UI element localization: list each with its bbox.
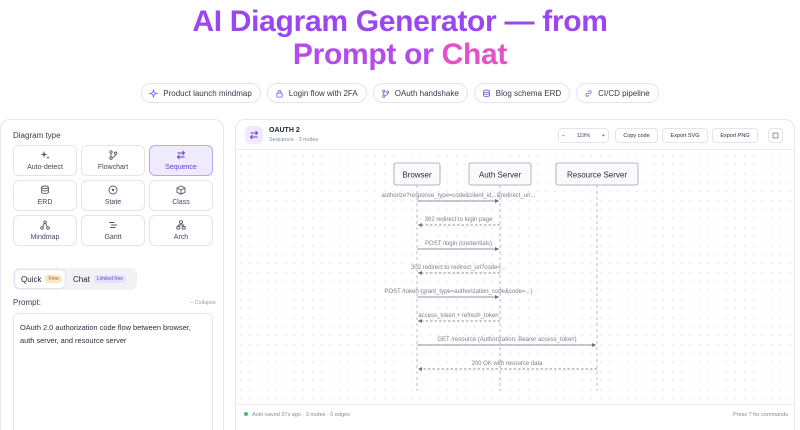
message-label: access_token + refresh_token [418,313,498,319]
title-line-2a: Prompt or [292,38,442,71]
copy-code-button[interactable]: Copy code [615,128,658,143]
message-label: 200 OK with resource data [471,361,543,367]
type-flowchart-button[interactable]: Flowchart [81,145,145,176]
fullscreen-button[interactable] [768,128,783,143]
settings-panel: Diagram type Auto-detect Flowchart Seque… [0,119,224,430]
type-label: Arch [173,234,189,241]
sparkle-icon [149,88,159,98]
gantt-icon [108,221,118,229]
link-icon [585,89,592,97]
swap-arrows-icon [249,130,259,140]
type-label: Gantt [104,234,122,241]
message-label: POST /login (credentials) [425,241,492,247]
status-dot [244,412,248,417]
zoom-level: 119% [576,132,591,139]
branch-icon [381,89,389,98]
swap-arrows-icon [176,150,186,160]
expand-icon [772,132,779,139]
type-state-button[interactable]: State [81,180,145,211]
database-icon [41,185,49,195]
type-arch-button[interactable]: Arch [149,215,213,246]
status-bar: Auto-saved 27s ago · 3 nodes · 0 edges P… [236,404,794,424]
arch-icon [176,220,186,230]
example-chips: Product launch mindmap Login flow with 2… [0,83,800,103]
autosave-status: Auto-saved 27s ago · 3 nodes · 0 edges [244,412,350,418]
message-label: GET /resource (Authorization: Bearer acc… [437,337,576,343]
message-label: POST /token (grant_type=authorization_co… [385,289,533,295]
type-class-button[interactable]: Class [149,180,213,211]
mode-quick-tab[interactable]: Quick Free [15,270,65,288]
zoom-in-button[interactable]: + [602,133,605,139]
chip-label: Login flow with 2FA [288,88,358,98]
example-chip-mindmap[interactable]: Product launch mindmap [141,83,261,103]
autosave-text: Auto-saved 27s ago · 3 nodes · 0 edges [252,411,350,418]
zoom-control: – 119% + [558,128,609,143]
prompt-label: Prompt: [13,298,42,307]
type-auto-detect-button[interactable]: Auto-detect [13,145,77,176]
example-chip-login[interactable]: Login flow with 2FA [266,83,367,103]
example-chip-erd[interactable]: Blog schema ERD [473,83,571,103]
participant-label: Auth Server [479,171,522,180]
database-icon [482,89,490,97]
diagram-type-badge [245,126,263,144]
chip-label: Product launch mindmap [163,88,252,98]
prompt-textarea[interactable]: OAuth 2.0 authorization code flow betwee… [13,313,213,430]
title-line-2b: Chat [441,38,508,71]
command-hint: Press ? for commands [732,411,788,418]
sequence-diagram: Browser Auth Server Resource Server authori… [382,162,639,391]
mode-chat-label: Chat [73,274,90,284]
type-label: Class [172,199,190,206]
participant-box[interactable]: Auth Server [468,162,532,186]
cube-icon [176,185,186,195]
zoom-out-button[interactable]: – [562,133,565,139]
message-label: 302 redirect to login page [425,217,493,223]
title-line-1: AI Diagram Generator — from [192,5,608,38]
lock-icon [276,89,283,98]
type-sequence-button[interactable]: Sequence [149,145,213,176]
page-title: AI Diagram Generator — from Prompt or Ch… [0,0,800,71]
mode-chat-tab[interactable]: Chat Limited free [67,270,135,288]
diagram-type-label: Diagram type [13,131,61,140]
diagram-subtitle: Sequence · 3 nodes [269,137,319,143]
type-label: Auto-detect [27,164,63,171]
branch-icon [109,150,118,160]
type-gantt-button[interactable]: Gantt [81,215,145,246]
mindmap-icon [40,220,50,230]
message-label: 302 redirect to redirect_uri?code=... [411,265,506,271]
diagram-canvas[interactable]: Browser Auth Server Resource Server authori… [236,151,794,404]
participant-box[interactable]: Resource Server [555,162,639,186]
free-badge: Free [45,275,62,283]
export-png-button[interactable]: Export PNG [712,128,758,143]
chip-label: OAuth handshake [394,88,459,98]
diagram-title[interactable]: OAUTH 2 [269,127,300,134]
participant-label: Resource Server [567,171,627,180]
limited-free-badge: Limited free [93,275,127,283]
export-svg-button[interactable]: Export SVG [662,128,708,143]
participant-box[interactable]: Browser [393,162,441,186]
diagram-type-grid: Auto-detect Flowchart Sequence ERD State… [13,145,213,246]
type-erd-button[interactable]: ERD [13,180,77,211]
message-label: authorize?response_type=code&client_id..… [382,193,536,199]
mode-quick-label: Quick [21,274,42,284]
type-label: Mindmap [30,234,60,241]
type-mindmap-button[interactable]: Mindmap [13,215,77,246]
sparkle-icon [40,151,50,160]
mode-switch: Quick Free Chat Limited free [13,268,137,290]
type-label: ERD [37,199,53,206]
state-circle-icon [108,185,118,195]
type-label: State [104,199,122,206]
example-chip-oauth[interactable]: OAuth handshake [372,83,468,103]
chip-label: Blog schema ERD [495,88,562,98]
example-chip-cicd[interactable]: CI/CD pipeline [576,83,659,103]
type-label: Sequence [165,164,197,171]
participant-label: Browser [402,171,432,180]
type-label: Flowchart [97,164,129,171]
hero: AI Diagram Generator — from Prompt or Ch… [0,0,800,71]
editor-panel: OAUTH 2 Sequence · 3 nodes – 119% + Copy… [235,119,795,430]
chip-label: CI/CD pipeline [598,88,650,98]
editor-toolbar: OAUTH 2 Sequence · 3 nodes – 119% + Copy… [236,120,794,150]
collapse-button[interactable]: – Collapse [190,300,216,306]
